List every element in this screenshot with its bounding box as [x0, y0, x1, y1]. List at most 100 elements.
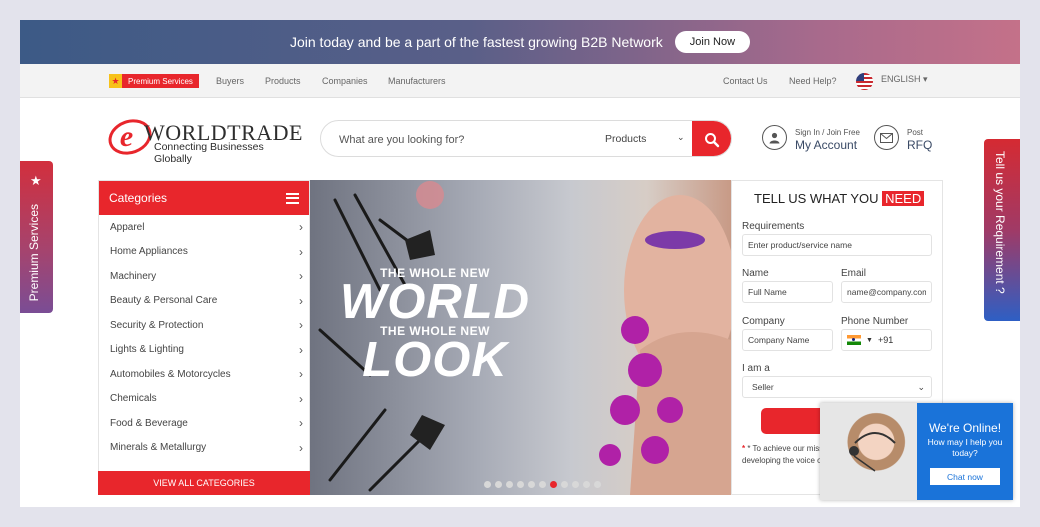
iam-label: I am a [742, 363, 770, 374]
slider-dot[interactable] [572, 481, 579, 488]
category-label: Machinery [110, 270, 157, 282]
category-item[interactable]: Security & Protection › [99, 313, 309, 338]
support-agent-image [820, 403, 917, 500]
category-item[interactable]: Chemicals › [99, 387, 309, 412]
caret-down-icon[interactable]: ▼ [866, 337, 873, 344]
search-bar: Products ⌄ [320, 120, 732, 157]
mail-icon [874, 125, 899, 150]
phone-code: +91 [877, 335, 894, 345]
name-label: Name [742, 268, 769, 279]
need-help-link[interactable]: Need Help? [789, 76, 837, 86]
chevron-right-icon: › [299, 440, 303, 455]
slider-dots [484, 481, 601, 488]
category-label: Chemicals [110, 393, 157, 405]
phone-input[interactable]: ▼ +91 [841, 329, 932, 351]
menu-icon[interactable] [286, 192, 299, 204]
slider-dot[interactable] [484, 481, 491, 488]
hero-word-world: WORLD [339, 275, 531, 329]
category-item[interactable]: Lights & Lighting › [99, 338, 309, 363]
star-icon: ★ [109, 74, 122, 88]
iam-value: Seller [752, 382, 774, 392]
search-category-select[interactable]: Products [605, 133, 646, 145]
chat-subtitle: How may I help you today? [927, 437, 1003, 458]
user-icon [762, 125, 787, 150]
hero-word-look: LOOK [362, 333, 508, 387]
slider-dot[interactable] [517, 481, 524, 488]
slider-dot[interactable] [550, 481, 557, 488]
category-list: Apparel › Home Appliances › Machinery › Beauty… [99, 215, 309, 460]
join-now-button[interactable]: Join Now [674, 31, 751, 53]
chevron-right-icon: › [299, 293, 303, 308]
chevron-right-icon: › [299, 269, 303, 284]
post-label: Post [907, 128, 924, 137]
category-label: Security & Protection [110, 319, 204, 331]
email-input[interactable] [841, 281, 932, 303]
worldtrade-logo[interactable]: e WORLDTRADE Connecting Businesses Globa… [103, 113, 303, 165]
caret-down-icon: ▾ [923, 74, 928, 84]
category-label: Beauty & Personal Care [110, 295, 218, 307]
chat-panel: We're Online! How may I help you today? … [917, 403, 1013, 500]
requirements-label: Requirements [742, 221, 805, 232]
chat-now-button[interactable]: Chat now [930, 468, 1000, 485]
chevron-right-icon: › [299, 391, 303, 406]
view-all-categories-button[interactable]: VIEW ALL CATEGORIES [98, 471, 310, 495]
chevron-right-icon: › [299, 318, 303, 333]
category-label: Home Appliances [110, 246, 188, 258]
iam-select[interactable]: Seller ⌄ [742, 376, 932, 398]
category-item[interactable]: Home Appliances › [99, 240, 309, 265]
company-input[interactable] [742, 329, 833, 351]
chevron-right-icon: › [299, 416, 303, 431]
nav-products[interactable]: Products [265, 76, 301, 86]
premium-services-label: Premium Services [128, 76, 193, 86]
search-button[interactable] [692, 121, 731, 156]
chat-title: We're Online! [928, 421, 1002, 435]
category-item[interactable]: Apparel › [99, 215, 309, 240]
category-item[interactable]: Minerals & Metallurgy › [99, 436, 309, 461]
requirement-tab-label: Tell us your Requirement ? [993, 151, 1007, 294]
category-item[interactable]: Machinery › [99, 264, 309, 289]
language-selector[interactable]: ENGLISH ▾ [881, 74, 928, 85]
slider-dot[interactable] [539, 481, 546, 488]
star-icon: ★ [30, 173, 42, 188]
company-label: Company [742, 316, 785, 327]
categories-header: Categories [99, 181, 309, 215]
need-highlight: NEED [882, 191, 925, 206]
my-account-label: My Account [795, 138, 858, 152]
slider-dot[interactable] [495, 481, 502, 488]
tell-us-requirement-tab[interactable]: Tell us your Requirement ? [984, 139, 1020, 321]
chevron-right-icon: › [299, 220, 303, 235]
category-label: Apparel [110, 221, 145, 233]
phone-label: Phone Number [841, 316, 909, 327]
contact-us-link[interactable]: Contact Us [723, 76, 768, 86]
banner-text: Join today and be a part of the fastest … [289, 34, 663, 50]
requirements-input[interactable] [742, 234, 932, 256]
name-input[interactable] [742, 281, 833, 303]
category-item[interactable]: Automobiles & Motorcycles › [99, 362, 309, 387]
categories-panel: Categories Apparel › Home Appliances › Machi… [98, 180, 310, 495]
nav-manufacturers[interactable]: Manufacturers [388, 76, 446, 86]
rfq-label: RFQ [907, 138, 933, 152]
nav-buyers[interactable]: Buyers [216, 76, 244, 86]
hero-banner[interactable]: THE WHOLE NEW WORLD THE WHOLE NEW LOOK [310, 180, 731, 495]
chevron-down-icon: ⌄ [677, 132, 685, 142]
category-label: Lights & Lighting [110, 344, 184, 356]
premium-services-tab[interactable]: ★ Premium Services [20, 161, 53, 313]
email-label: Email [841, 268, 867, 279]
chevron-right-icon: › [299, 367, 303, 382]
chevron-right-icon: › [299, 244, 303, 259]
us-flag-icon [856, 73, 873, 90]
slider-dot[interactable] [594, 481, 601, 488]
slider-dot[interactable] [528, 481, 535, 488]
slider-dot[interactable] [506, 481, 513, 488]
slider-dot[interactable] [561, 481, 568, 488]
search-input[interactable] [339, 132, 579, 148]
chat-widget[interactable]: We're Online! How may I help you today? … [820, 403, 1013, 500]
nav-companies[interactable]: Companies [322, 76, 368, 86]
chevron-down-icon: ⌄ [917, 381, 925, 392]
category-item[interactable]: Food & Beverage › [99, 411, 309, 436]
category-label: Automobiles & Motorcycles [110, 368, 231, 380]
premium-services-link[interactable]: ★ Premium Services [109, 74, 199, 88]
category-item[interactable]: Beauty & Personal Care › [99, 289, 309, 314]
category-label: Minerals & Metallurgy [110, 442, 207, 454]
slider-dot[interactable] [583, 481, 590, 488]
